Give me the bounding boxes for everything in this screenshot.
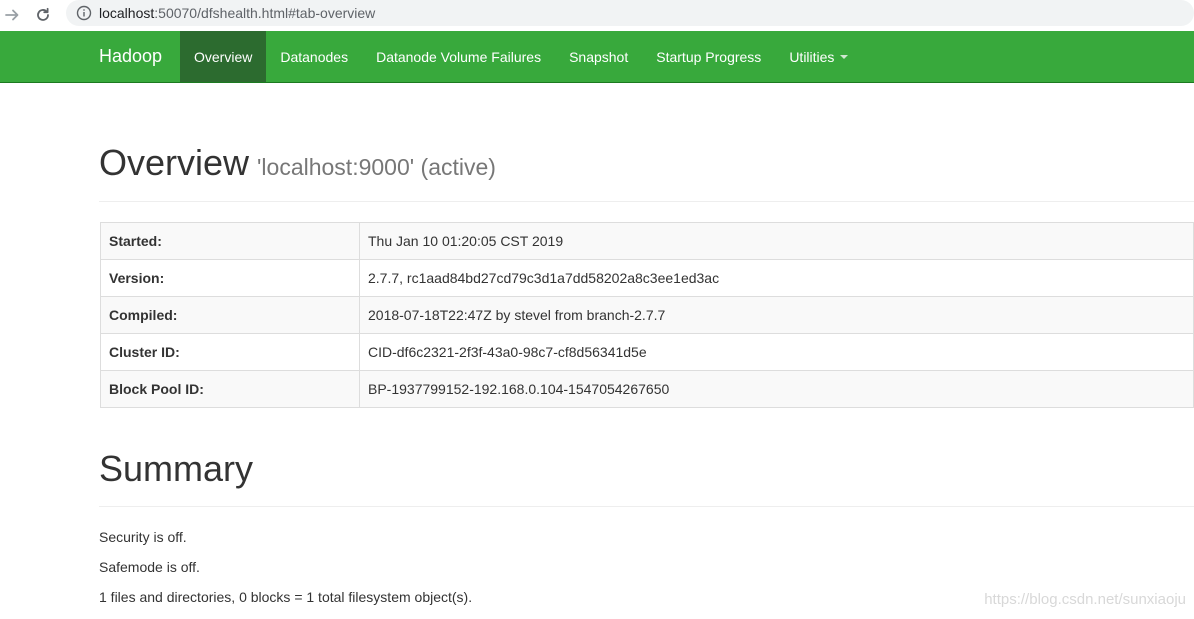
reload-icon[interactable] <box>31 3 55 27</box>
overview-heading: Overview 'localhost:9000' (active) <box>99 142 496 184</box>
row-value: BP-1937799152-192.168.0.104-154705426765… <box>359 370 1194 408</box>
brand-logo[interactable]: Hadoop <box>99 45 162 67</box>
filesystem-summary: 1 files and directories, 0 blocks = 1 to… <box>99 589 473 605</box>
divider <box>99 506 1194 507</box>
table-row: Started: Thu Jan 10 01:20:05 CST 2019 <box>100 222 1194 260</box>
tab-snapshot[interactable]: Snapshot <box>555 31 642 82</box>
namenode-address: 'localhost:9000' (active) <box>257 154 496 180</box>
table-row: Version: 2.7.7, rc1aad84bd27cd79c3d1a7dd… <box>100 259 1194 297</box>
tab-utilities[interactable]: Utilities <box>775 31 862 82</box>
utilities-label: Utilities <box>789 48 835 65</box>
caret-down-icon <box>840 54 849 59</box>
row-value: 2018-07-18T22:47Z by stevel from branch-… <box>359 296 1194 334</box>
row-value: CID-df6c2321-2f3f-43a0-98c7-cf8d56341d5e <box>359 333 1194 371</box>
safemode-status: Safemode is off. <box>99 559 200 575</box>
address-bar[interactable]: localhost:50070/dfshealth.html#tab-overv… <box>66 0 1194 26</box>
url-text[interactable]: localhost:50070/dfshealth.html#tab-overv… <box>99 4 375 22</box>
overview-table: Started: Thu Jan 10 01:20:05 CST 2019 Ve… <box>100 222 1194 408</box>
security-status: Security is off. <box>99 529 187 545</box>
browser-toolbar: localhost:50070/dfshealth.html#tab-overv… <box>0 0 1194 31</box>
top-navbar: Hadoop Overview Datanodes Datanode Volum… <box>0 31 1194 83</box>
tab-datanode-volume-failures[interactable]: Datanode Volume Failures <box>362 31 555 82</box>
row-value: Thu Jan 10 01:20:05 CST 2019 <box>359 222 1194 260</box>
table-row: Block Pool ID: BP-1937799152-192.168.0.1… <box>100 370 1194 408</box>
summary-heading: Summary <box>99 448 254 489</box>
info-icon[interactable] <box>76 5 92 21</box>
row-key: Started: <box>100 222 360 260</box>
url-path: :50070/dfshealth.html#tab-overview <box>154 5 376 21</box>
tab-datanodes[interactable]: Datanodes <box>266 31 362 82</box>
url-host: localhost <box>99 5 155 21</box>
page-title: Overview <box>99 142 250 183</box>
divider <box>99 201 1194 202</box>
row-key: Block Pool ID: <box>100 370 360 408</box>
table-row: Cluster ID: CID-df6c2321-2f3f-43a0-98c7-… <box>100 333 1194 371</box>
row-key: Version: <box>100 259 360 297</box>
table-row: Compiled: 2018-07-18T22:47Z by stevel fr… <box>100 296 1194 334</box>
row-value: 2.7.7, rc1aad84bd27cd79c3d1a7dd58202a8c3… <box>359 259 1194 297</box>
watermark: https://blog.csdn.net/sunxiaoju <box>984 591 1186 608</box>
tab-startup-progress[interactable]: Startup Progress <box>642 31 775 82</box>
nav-items: Overview Datanodes Datanode Volume Failu… <box>180 31 862 82</box>
forward-icon[interactable] <box>0 3 24 27</box>
tab-overview[interactable]: Overview <box>180 31 267 82</box>
row-key: Cluster ID: <box>100 333 360 371</box>
row-key: Compiled: <box>100 296 360 334</box>
